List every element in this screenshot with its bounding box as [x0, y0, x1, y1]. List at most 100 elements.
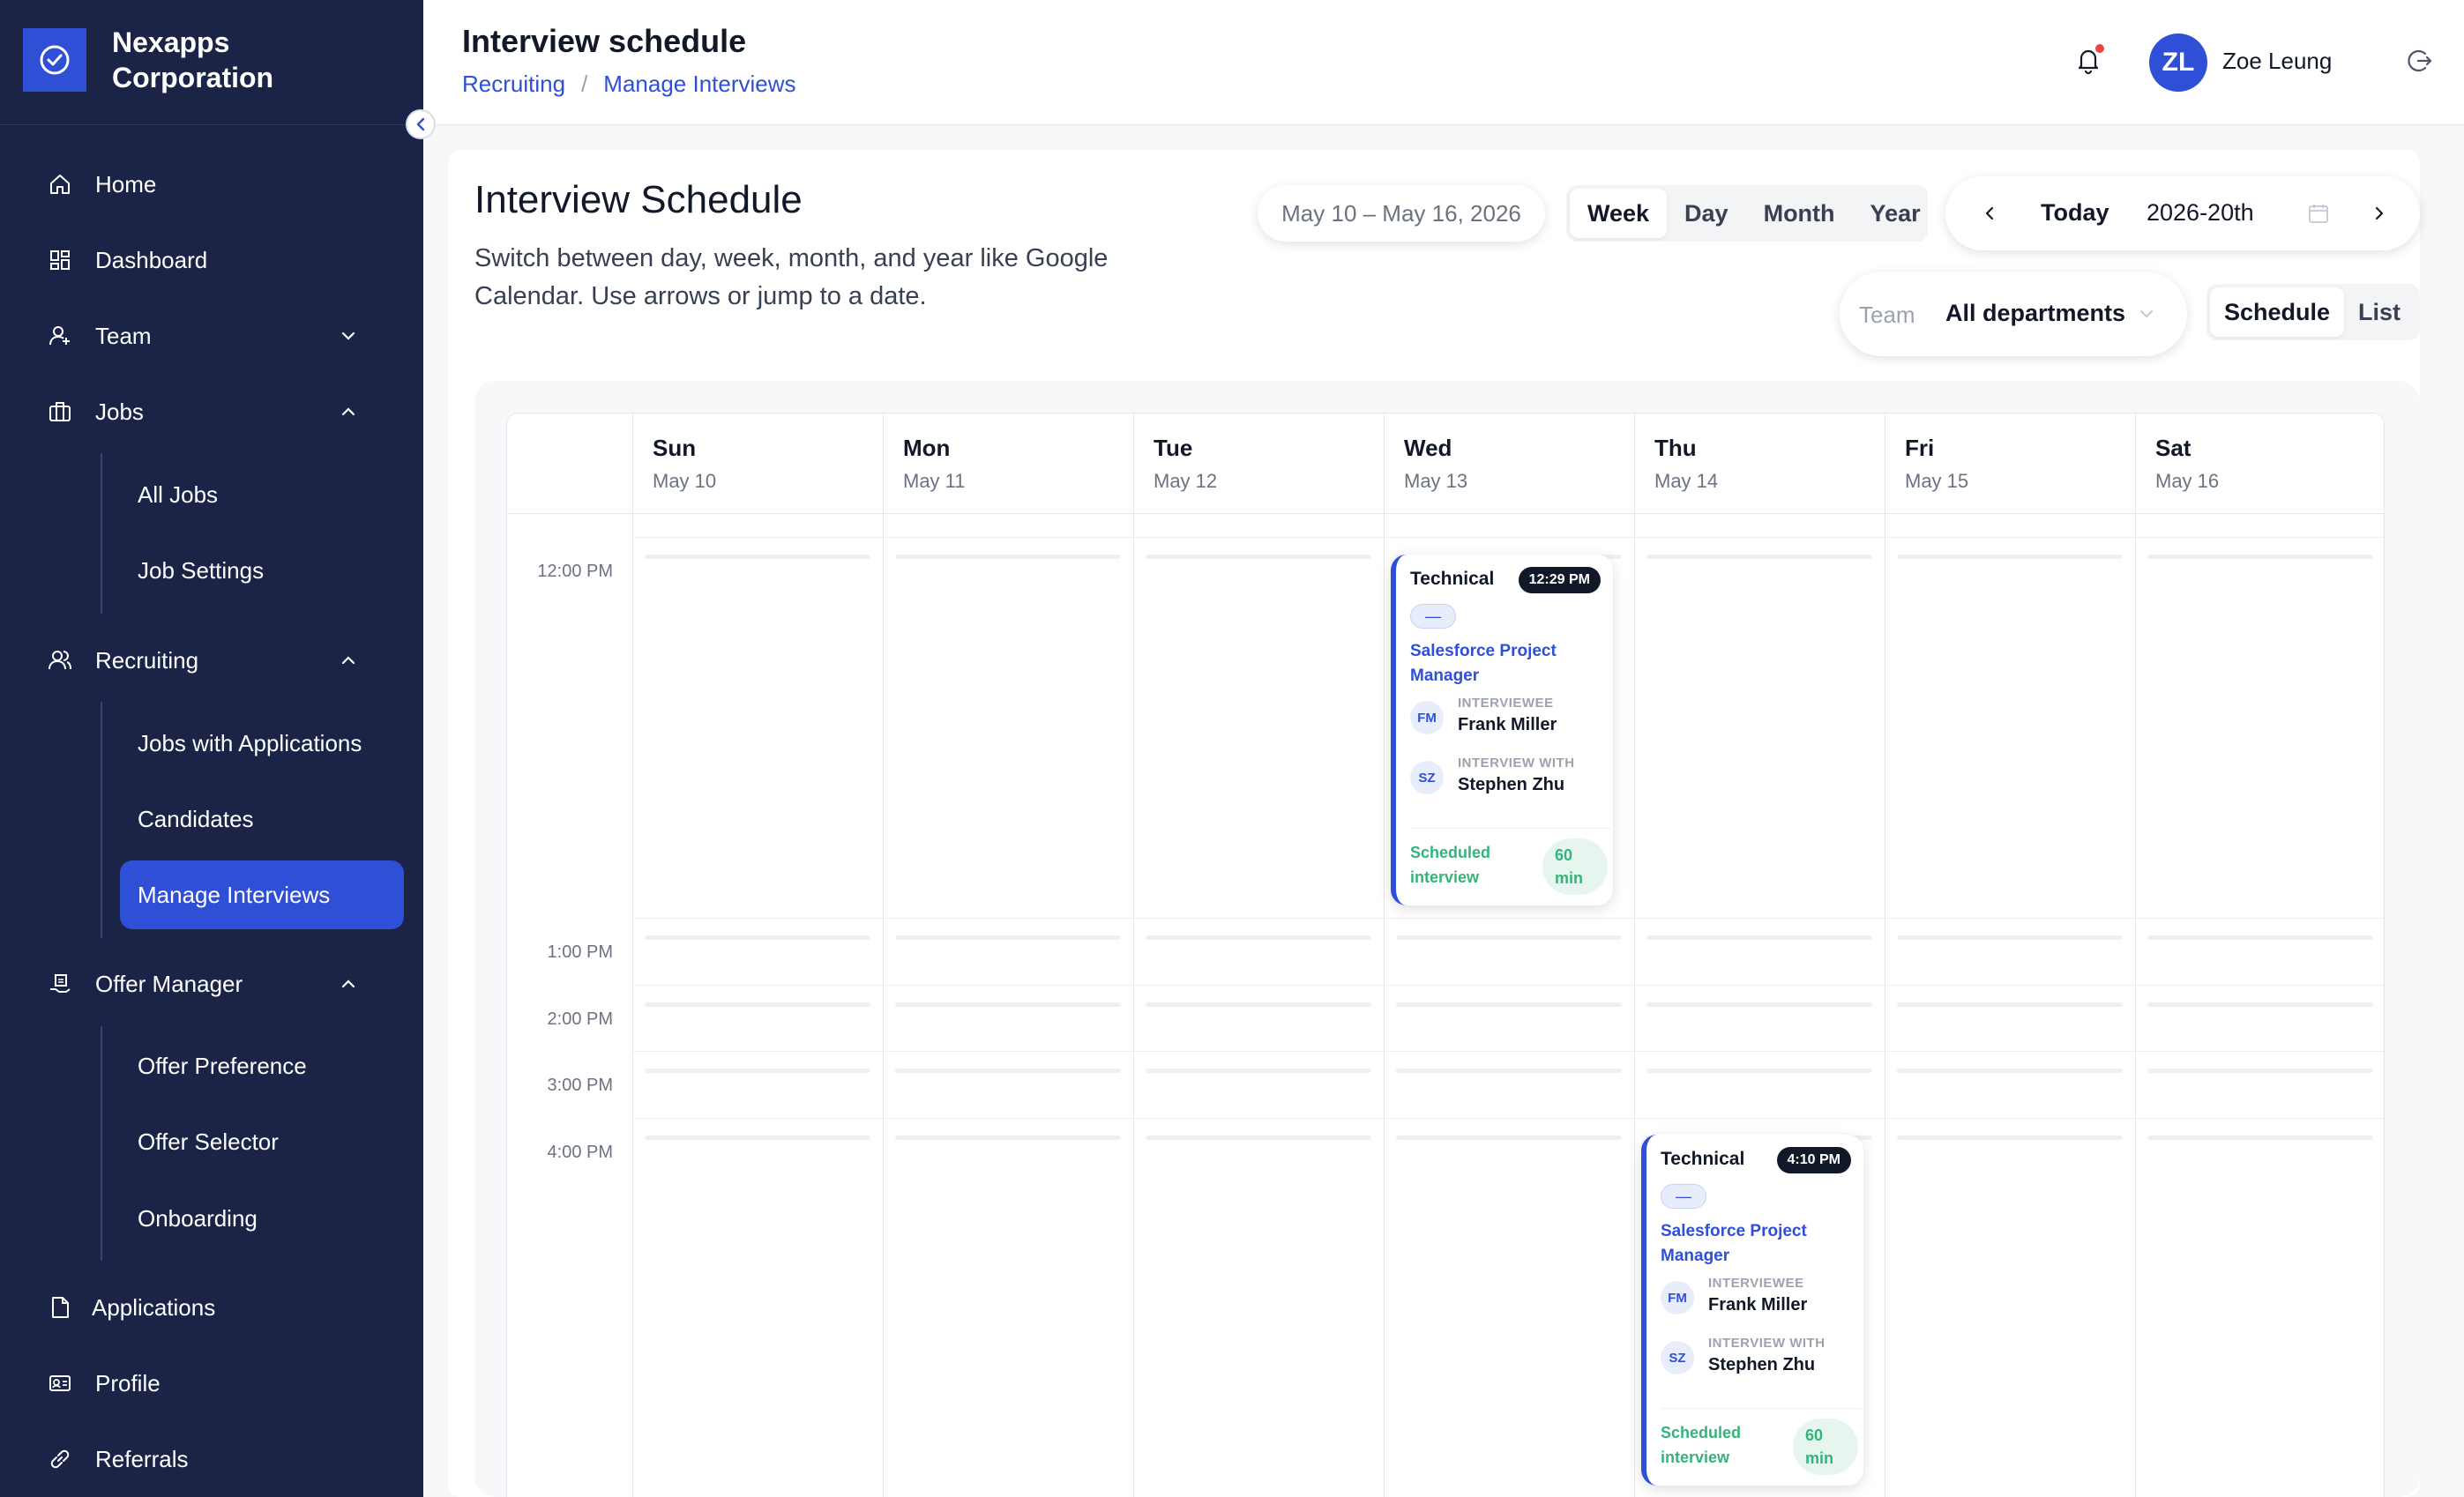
time-slot-bar[interactable]: [645, 1002, 870, 1007]
day-name: Thu: [1654, 435, 1697, 461]
time-slot-bar[interactable]: [1646, 935, 1872, 940]
team-filter[interactable]: Team All departments: [1840, 272, 2187, 356]
sidebar-item-jobs-with-applications[interactable]: Jobs with Applications: [120, 709, 404, 778]
sidebar-item-label: Jobs: [95, 398, 144, 425]
time-slot-bar[interactable]: [2147, 935, 2373, 940]
time-slot-bar[interactable]: [2147, 1002, 2373, 1007]
time-slot-bar[interactable]: [1396, 935, 1622, 940]
week-picker-input[interactable]: 2026-20th: [2147, 199, 2254, 227]
time-slot-bar[interactable]: [1396, 1069, 1622, 1073]
day-date: May 11: [903, 470, 966, 492]
sidebar-item-dashboard[interactable]: Dashboard: [0, 233, 423, 287]
day-date: May 15: [1905, 470, 1969, 492]
sidebar-item-label: Offer Manager: [95, 970, 243, 997]
view-day-button[interactable]: Day: [1667, 189, 1746, 238]
event-job-title[interactable]: Salesforce Project Manager: [1661, 1219, 1855, 1269]
sidebar-item-job-settings[interactable]: Job Settings: [120, 536, 404, 605]
time-slot-bar[interactable]: [1646, 555, 1872, 559]
team-filter-value[interactable]: All departments: [1945, 300, 2125, 327]
event-job-title[interactable]: Salesforce Project Manager: [1410, 639, 1604, 689]
time-slot-bar[interactable]: [1146, 1002, 1371, 1007]
recruiting-submenu-line: [101, 702, 102, 938]
day-header-fri[interactable]: Fri May 15: [1885, 413, 2135, 514]
sidebar-item-offer-selector[interactable]: Offer Selector: [120, 1107, 404, 1176]
event-tag: —: [1661, 1184, 1706, 1209]
view-month-button[interactable]: Month: [1746, 189, 1853, 238]
time-slot-bar[interactable]: [895, 555, 1121, 559]
sidebar-item-label: Home: [95, 170, 157, 197]
mode-schedule-button[interactable]: Schedule: [2210, 287, 2345, 337]
time-slot-bar[interactable]: [645, 1136, 870, 1140]
time-slot-bar[interactable]: [1646, 1002, 1872, 1007]
day-header-mon[interactable]: Mon May 11: [883, 413, 1133, 514]
hour-divider: [632, 918, 2384, 919]
user-name[interactable]: Zoe Leung: [2222, 48, 2332, 75]
calendar-icon[interactable]: [2304, 199, 2333, 227]
time-slot-bar[interactable]: [645, 1069, 870, 1073]
sidebar-item-profile[interactable]: Profile: [0, 1356, 423, 1411]
hour-divider: [632, 537, 2384, 538]
time-slot-bar[interactable]: [1897, 1136, 2123, 1140]
day-header-tue[interactable]: Tue May 12: [1133, 413, 1384, 514]
sidebar-item-offer-manager[interactable]: Offer Manager: [0, 957, 423, 1011]
time-slot-bar[interactable]: [1897, 555, 2123, 559]
interview-event-card[interactable]: Technical 12:29 PM — Salesforce Project …: [1391, 555, 1613, 905]
sidebar-item-home[interactable]: Home: [0, 157, 423, 212]
time-slot-bar[interactable]: [1146, 555, 1371, 559]
time-slot-bar[interactable]: [645, 935, 870, 940]
sidebar-collapse-button[interactable]: [406, 109, 436, 139]
sidebar-item-recruiting[interactable]: Recruiting: [0, 633, 423, 688]
breadcrumb-manage-interviews[interactable]: Manage Interviews: [603, 71, 795, 98]
mode-list-button[interactable]: List: [2344, 287, 2415, 337]
calendar-grid: Sun May 10 Mon May 11 Tue May 12 Wed May…: [506, 413, 2385, 1497]
day-date: May 13: [1404, 470, 1468, 492]
time-slot-bar[interactable]: [1897, 1002, 2123, 1007]
day-header-wed[interactable]: Wed May 13: [1384, 413, 1634, 514]
time-slot-bar[interactable]: [895, 935, 1121, 940]
day-header-thu[interactable]: Thu May 14: [1634, 413, 1885, 514]
time-slot-bar[interactable]: [645, 555, 870, 559]
time-slot-bar[interactable]: [1146, 935, 1371, 940]
time-slot-bar[interactable]: [1146, 1069, 1371, 1073]
interview-event-card[interactable]: Technical 4:10 PM — Salesforce Project M…: [1641, 1135, 1863, 1486]
avatar[interactable]: ZL: [2149, 34, 2207, 92]
view-week-button[interactable]: Week: [1570, 189, 1668, 238]
sidebar-item-applications[interactable]: Applications: [0, 1280, 423, 1335]
time-slot-bar[interactable]: [2147, 555, 2373, 559]
breadcrumb-recruiting[interactable]: Recruiting: [462, 71, 565, 98]
time-slot-bar[interactable]: [895, 1069, 1121, 1073]
time-slot-bar[interactable]: [2147, 1069, 2373, 1073]
time-slot-bar[interactable]: [2147, 1136, 2373, 1140]
day-name: Fri: [1905, 435, 1935, 461]
day-header-sat[interactable]: Sat May 16: [2135, 413, 2384, 514]
time-slot-bar[interactable]: [895, 1002, 1121, 1007]
day-header-sun[interactable]: Sun May 10: [632, 413, 883, 514]
time-slot-bar[interactable]: [1396, 1002, 1622, 1007]
offer-submenu-line: [101, 1026, 102, 1261]
logout-icon[interactable]: [2401, 42, 2438, 79]
sidebar-item-all-jobs[interactable]: All Jobs: [120, 460, 404, 529]
sidebar-item-jobs[interactable]: Jobs: [0, 384, 423, 439]
time-slot-bar[interactable]: [1146, 1136, 1371, 1140]
time-slot-bar[interactable]: [1897, 935, 2123, 940]
sidebar-item-manage-interviews[interactable]: Manage Interviews: [120, 860, 404, 929]
next-period-button[interactable]: [2362, 196, 2397, 231]
sidebar-item-label: Team: [95, 322, 152, 349]
time-slot-bar[interactable]: [1646, 1069, 1872, 1073]
sidebar-item-team[interactable]: Team: [0, 309, 423, 363]
time-slot-bar[interactable]: [1396, 1136, 1622, 1140]
time-slot-bar[interactable]: [895, 1136, 1121, 1140]
previous-period-button[interactable]: [1972, 196, 2007, 231]
date-range-display: May 10 – May 16, 2026: [1258, 185, 1545, 242]
time-slot-bar[interactable]: [1897, 1069, 2123, 1073]
column-divider: [1384, 514, 1385, 1497]
offer-icon: [46, 970, 74, 998]
sidebar-item-candidates[interactable]: Candidates: [120, 785, 404, 853]
sidebar-item-offer-preference[interactable]: Offer Preference: [120, 1032, 404, 1100]
today-button[interactable]: Today: [2041, 199, 2109, 227]
sidebar-item-onboarding[interactable]: Onboarding: [120, 1184, 404, 1253]
sidebar-item-referrals[interactable]: Referrals: [0, 1432, 423, 1486]
interviewee-role-label: INTERVIEWEE: [1708, 1276, 1804, 1291]
interviewer-avatar: SZ: [1410, 761, 1444, 794]
view-year-button[interactable]: Year: [1853, 189, 1938, 238]
